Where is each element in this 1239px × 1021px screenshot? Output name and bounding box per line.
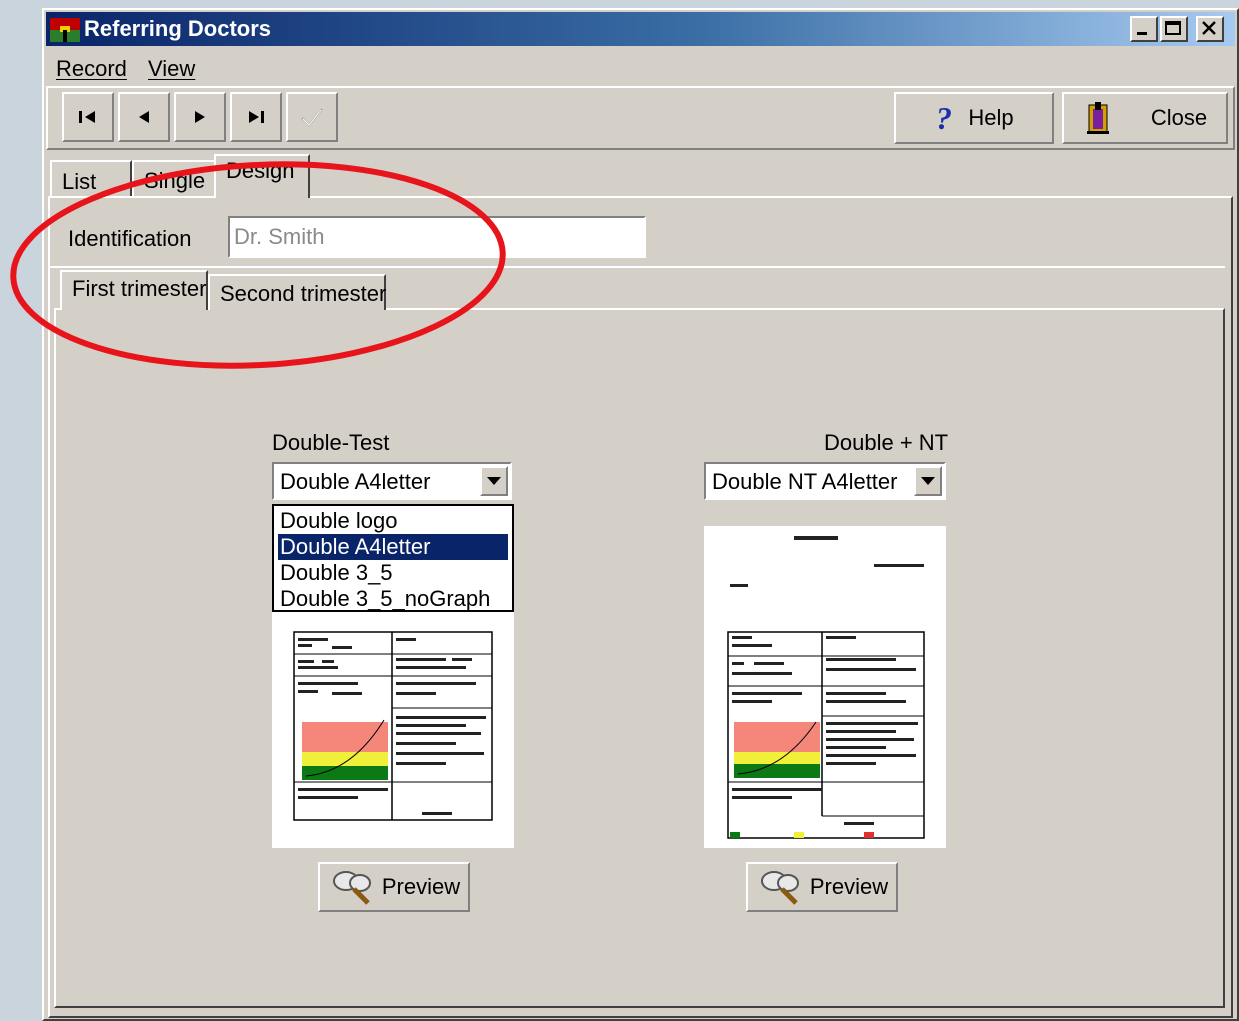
double-test-preview-button[interactable]: Preview <box>318 862 470 912</box>
double-test-selected: Double A4letter <box>280 469 431 494</box>
tab-second-trimester[interactable]: Second trimester <box>208 274 386 310</box>
help-question-icon: ? <box>936 103 952 133</box>
maximize-button[interactable] <box>1160 16 1188 42</box>
double-test-options-list: Double logo Double A4letter Double 3_5 D… <box>272 504 514 612</box>
menu-view[interactable]: View <box>148 56 195 82</box>
first-record-button[interactable] <box>62 92 114 142</box>
double-test-label: Double-Test <box>272 430 390 455</box>
first-record-icon <box>79 111 95 123</box>
menu-view-label: View <box>148 56 196 81</box>
window-title: Referring Doctors <box>84 16 272 41</box>
next-record-icon <box>195 111 205 123</box>
tab-single[interactable]: Single <box>132 160 216 196</box>
chevron-down-icon <box>921 477 935 485</box>
app-icon <box>50 18 80 42</box>
last-record-icon <box>249 111 264 123</box>
option-double-a4letter[interactable]: Double A4letter <box>277 533 509 561</box>
tab-first-trimester-label: First trimester <box>72 276 207 301</box>
exit-door-icon <box>1086 102 1109 134</box>
confirm-button[interactable] <box>286 92 338 142</box>
window-close-icon[interactable] <box>1196 16 1224 42</box>
tab-design[interactable]: Design <box>214 154 310 198</box>
double-nt-report-thumbnail <box>704 526 946 848</box>
tab-list-label: List <box>62 169 97 194</box>
double-nt-preview-label: Preview <box>809 874 889 899</box>
option-double-3-5-nograph[interactable]: Double 3_5_noGraph <box>278 586 508 612</box>
menu-record-label: Record <box>56 56 127 81</box>
next-record-button[interactable] <box>174 92 226 142</box>
close-button[interactable]: Close <box>1062 92 1228 144</box>
magnifier-icon <box>332 871 371 905</box>
tab-first-trimester[interactable]: First trimester <box>60 270 208 310</box>
checkmark-icon <box>301 108 323 127</box>
option-double-logo[interactable]: Double logo <box>278 508 508 534</box>
tab-design-label: Design <box>226 158 295 183</box>
double-nt-dropdown-button[interactable] <box>914 466 942 496</box>
option-double-3-5[interactable]: Double 3_5 <box>278 560 508 586</box>
first-trimester-panel <box>54 308 1225 1008</box>
report-preview-image <box>727 536 925 839</box>
tab-second-trimester-label: Second trimester <box>220 281 387 306</box>
help-label: Help <box>968 105 1014 130</box>
tab-single-label: Single <box>144 168 206 193</box>
menu-record[interactable]: Record <box>56 56 127 82</box>
identification-value: Dr. Smith <box>234 224 325 249</box>
previous-record-icon <box>139 111 149 123</box>
double-test-preview-label: Preview <box>381 874 461 899</box>
chevron-down-icon <box>487 477 501 485</box>
identification-label: Identification <box>68 226 192 251</box>
help-button[interactable]: ? Help <box>894 92 1054 144</box>
double-test-dropdown[interactable]: Double A4letter <box>272 462 512 500</box>
double-test-dropdown-button[interactable] <box>480 466 508 496</box>
report-preview-image <box>293 631 493 821</box>
tab-list[interactable]: List <box>50 160 132 196</box>
double-nt-dropdown[interactable]: Double NT A4letter <box>704 462 946 500</box>
double-nt-selected: Double NT A4letter <box>712 469 898 494</box>
double-nt-label: Double + NT <box>824 430 949 455</box>
svg-text:?: ? <box>936 103 952 133</box>
double-nt-preview-button[interactable]: Preview <box>746 862 898 912</box>
last-record-button[interactable] <box>230 92 282 142</box>
magnifier-icon <box>760 871 799 905</box>
close-label: Close <box>1150 105 1208 130</box>
previous-record-button[interactable] <box>118 92 170 142</box>
minimize-button[interactable] <box>1130 16 1158 42</box>
double-test-report-thumbnail <box>272 612 514 848</box>
identification-field[interactable]: Dr. Smith <box>228 216 646 258</box>
